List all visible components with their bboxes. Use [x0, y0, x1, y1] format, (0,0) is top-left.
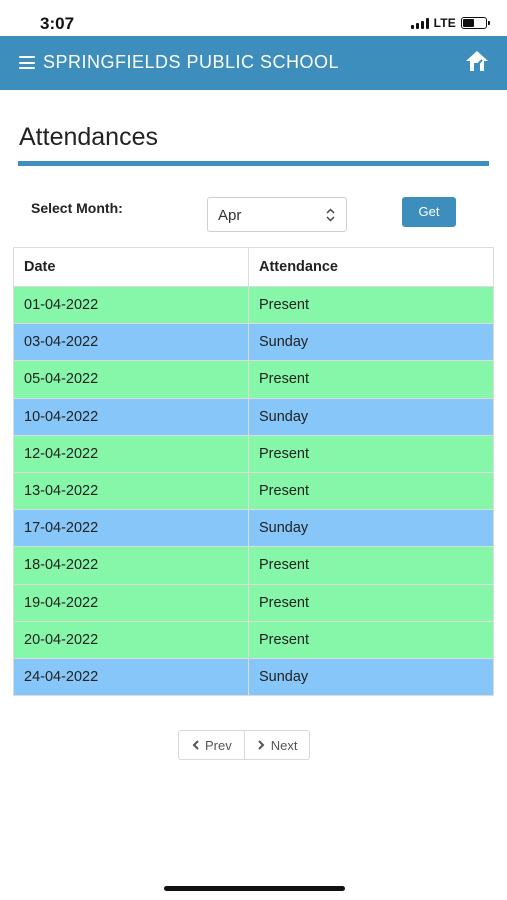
select-month-label: Select Month:: [31, 200, 123, 216]
attendance-cell: Present: [259, 557, 309, 574]
date-cell: 24-04-2022: [14, 658, 249, 696]
prev-button[interactable]: Prev: [179, 731, 244, 759]
attendance-cell: Sunday: [259, 668, 309, 685]
date-cell: 05-04-2022: [14, 361, 249, 398]
status-time: 3:07: [40, 14, 75, 33]
attendance-cell: Present: [259, 445, 309, 462]
table-row: 19-04-2022 Present: [14, 583, 493, 621]
column-header-date: Date: [14, 248, 249, 286]
prev-label: Prev: [205, 737, 232, 753]
date-cell: 13-04-2022: [14, 472, 249, 510]
next-button[interactable]: Next: [243, 731, 310, 759]
updown-chevron-icon: [326, 208, 335, 222]
table-row: 18-04-2022 Present: [14, 546, 493, 584]
table-row: 24-04-2022 Sunday: [14, 657, 493, 696]
date-cell: 18-04-2022: [14, 547, 249, 584]
date-cell: 01-04-2022: [14, 287, 249, 324]
attendance-cell: Present: [259, 631, 309, 648]
table-row: 12-04-2022 Present: [14, 434, 493, 472]
attendance-table: Date Attendance 01-04-2022 Present 03-04-2…: [13, 247, 494, 697]
date-cell: 03-04-2022: [14, 324, 249, 361]
date-cell: 12-04-2022: [14, 435, 249, 472]
attendance-cell: Present: [259, 483, 309, 500]
page-title: Attendances: [19, 123, 158, 151]
table-header-row: Date Attendance: [14, 248, 493, 286]
table-row: 10-04-2022 Sunday: [14, 397, 493, 435]
menu-icon[interactable]: [19, 56, 35, 69]
table-row: 13-04-2022 Present: [14, 471, 493, 510]
status-indicators: LTE: [410, 16, 490, 30]
date-cell: 17-04-2022: [14, 510, 249, 547]
pagination: Prev Next: [178, 730, 311, 760]
attendance-cell: Sunday: [259, 408, 309, 425]
month-select-value: Apr: [218, 207, 242, 224]
app-title: SPRINGFIELDS PUBLIC SCHOOL: [43, 52, 340, 72]
network-label: LTE: [433, 16, 456, 30]
table-row: 01-04-2022 Present: [14, 286, 493, 324]
app-header: SPRINGFIELDS PUBLIC SCHOOL: [0, 36, 507, 90]
get-button[interactable]: Get: [402, 197, 456, 227]
column-header-attendance: Attendance: [259, 259, 338, 275]
table-row: 17-04-2022 Sunday: [14, 509, 493, 547]
battery-icon: [461, 17, 490, 29]
attendance-cell: Present: [259, 297, 309, 314]
attendance-cell: Present: [259, 594, 309, 611]
table-row: 05-04-2022 Present: [14, 360, 493, 398]
home-icon[interactable]: [465, 49, 489, 73]
date-cell: 10-04-2022: [14, 398, 249, 435]
home-indicator: [164, 886, 345, 891]
table-row: 03-04-2022 Sunday: [14, 323, 493, 361]
month-select[interactable]: Apr: [207, 197, 347, 232]
signal-icon: [410, 17, 429, 29]
attendance-cell: Sunday: [259, 520, 309, 537]
chevron-right-icon: [258, 740, 265, 750]
title-divider: [18, 161, 489, 166]
attendance-cell: Present: [259, 371, 309, 388]
next-label: Next: [270, 737, 298, 753]
date-cell: 20-04-2022: [14, 621, 249, 658]
table-row: 20-04-2022 Present: [14, 620, 493, 658]
attendance-cell: Sunday: [259, 334, 309, 351]
chevron-left-icon: [192, 740, 199, 750]
date-cell: 19-04-2022: [14, 584, 249, 621]
status-bar: 3:07 LTE: [0, 0, 507, 36]
